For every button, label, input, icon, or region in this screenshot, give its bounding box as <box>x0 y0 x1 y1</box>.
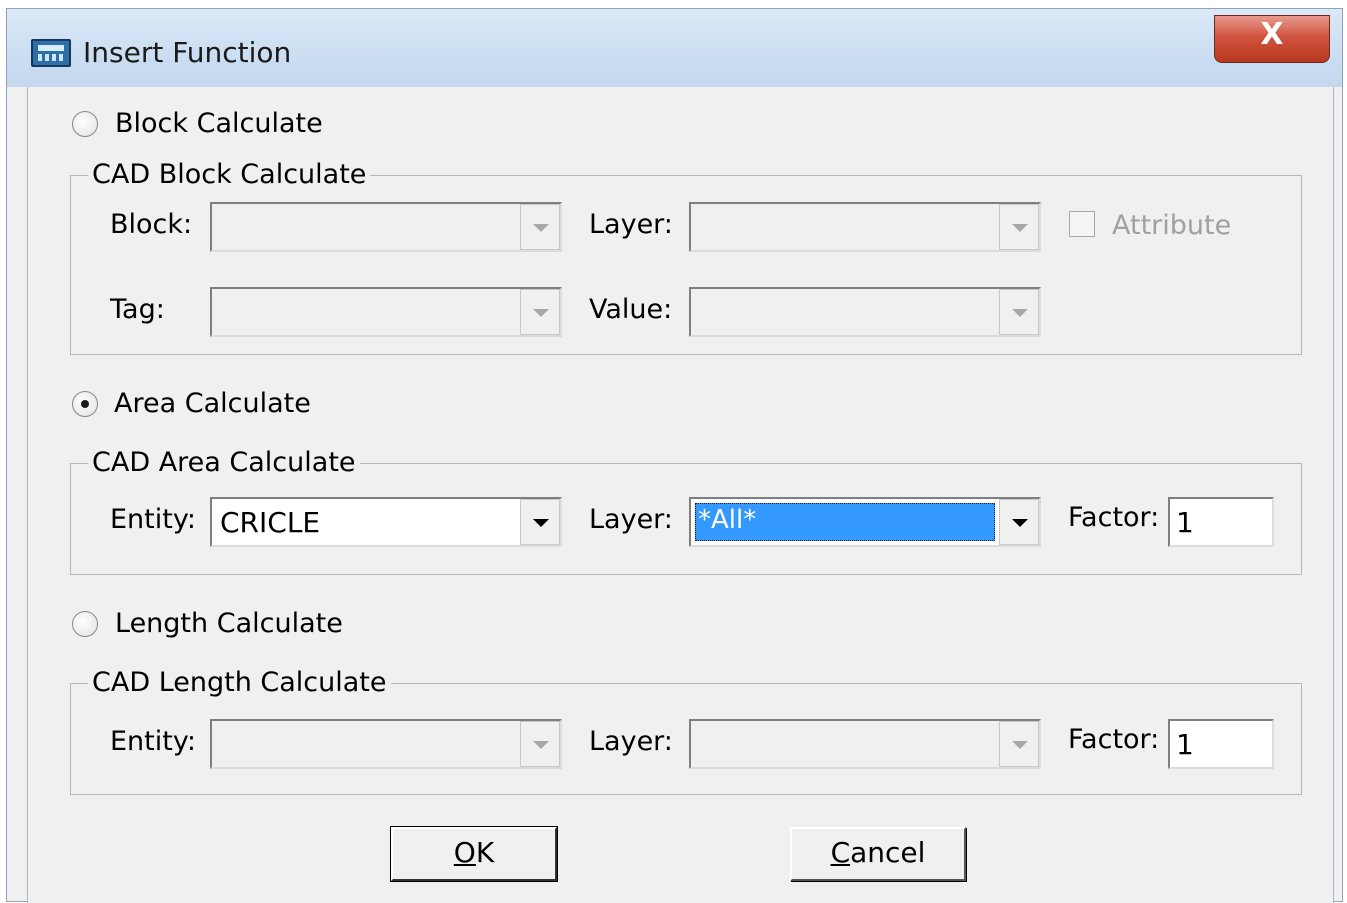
block-layer-combo[interactable] <box>689 202 1041 252</box>
chevron-down-icon <box>533 519 549 527</box>
chevron-down-icon <box>1012 741 1028 749</box>
calculator-icon <box>31 39 71 67</box>
cad-length-calculate-title: CAD Length Calculate <box>88 666 391 700</box>
area-entity-combo[interactable]: CRICLE <box>210 497 562 547</box>
attribute-checkbox[interactable] <box>1069 211 1095 237</box>
block-label: Block: <box>110 209 193 240</box>
cancel-button[interactable]: Cancel <box>790 827 966 881</box>
ok-label-rest: K <box>475 836 495 869</box>
tag-label: Tag: <box>110 294 165 325</box>
cancel-label-rest: ancel <box>850 836 926 869</box>
area-calculate-radio[interactable] <box>72 391 98 417</box>
length-entity-dropdown-button[interactable] <box>520 721 560 767</box>
value-combo[interactable] <box>689 287 1041 337</box>
length-layer-dropdown-button[interactable] <box>999 721 1039 767</box>
title-bar[interactable]: Insert Function X <box>7 9 1342 87</box>
block-calculate-label[interactable]: Block Calculate <box>115 107 323 141</box>
length-factor-value: 1 <box>1176 728 1194 761</box>
length-calculate-label[interactable]: Length Calculate <box>115 607 343 641</box>
chevron-down-icon <box>1012 224 1028 232</box>
length-factor-input[interactable]: 1 <box>1168 719 1274 769</box>
area-calculate-label[interactable]: Area Calculate <box>114 387 311 421</box>
cad-area-calculate-title: CAD Area Calculate <box>88 446 360 480</box>
radio-selected-dot <box>81 400 89 408</box>
length-entity-label: Entity: <box>110 726 196 757</box>
tag-dropdown-button[interactable] <box>520 289 560 335</box>
chevron-down-icon <box>533 741 549 749</box>
value-label: Value: <box>589 294 673 325</box>
chevron-down-icon <box>1012 519 1028 527</box>
cad-block-calculate-title: CAD Block Calculate <box>88 158 371 192</box>
attribute-label: Attribute <box>1112 210 1232 241</box>
value-dropdown-button[interactable] <box>999 289 1039 335</box>
chevron-down-icon <box>1012 309 1028 317</box>
tag-combo[interactable] <box>210 287 562 337</box>
dialog-client-area: Block Calculate CAD Block Calculate Bloc… <box>27 87 1334 903</box>
block-dropdown-button[interactable] <box>520 204 560 250</box>
ok-button[interactable]: OK <box>390 826 558 882</box>
chevron-down-icon <box>533 224 549 232</box>
length-factor-label: Factor: <box>1068 724 1160 755</box>
block-combo[interactable] <box>210 202 562 252</box>
area-factor-input[interactable]: 1 <box>1168 497 1274 547</box>
window-title: Insert Function <box>83 36 292 69</box>
chevron-down-icon <box>533 309 549 317</box>
area-layer-value: *All* <box>698 505 757 535</box>
block-layer-label: Layer: <box>589 209 673 240</box>
block-calculate-radio[interactable] <box>72 111 98 137</box>
length-layer-combo[interactable] <box>689 719 1041 769</box>
ok-mnemonic: O <box>453 836 476 869</box>
area-entity-value: CRICLE <box>220 506 321 539</box>
close-button[interactable]: X <box>1214 15 1330 63</box>
area-layer-label: Layer: <box>589 504 673 535</box>
area-layer-combo[interactable]: *All* <box>689 497 1041 547</box>
cancel-mnemonic: C <box>830 836 851 869</box>
area-entity-label: Entity: <box>110 504 196 535</box>
close-icon: X <box>1260 17 1284 52</box>
area-factor-value: 1 <box>1176 506 1194 539</box>
block-layer-dropdown-button[interactable] <box>999 204 1039 250</box>
area-layer-dropdown-button[interactable] <box>999 499 1039 545</box>
area-factor-label: Factor: <box>1068 502 1160 533</box>
insert-function-dialog: Insert Function X Block Calculate CAD Bl… <box>6 8 1343 903</box>
length-calculate-radio[interactable] <box>72 611 98 637</box>
area-entity-dropdown-button[interactable] <box>520 499 560 545</box>
length-layer-label: Layer: <box>589 726 673 757</box>
length-entity-combo[interactable] <box>210 719 562 769</box>
area-layer-selection: *All* <box>695 503 995 541</box>
